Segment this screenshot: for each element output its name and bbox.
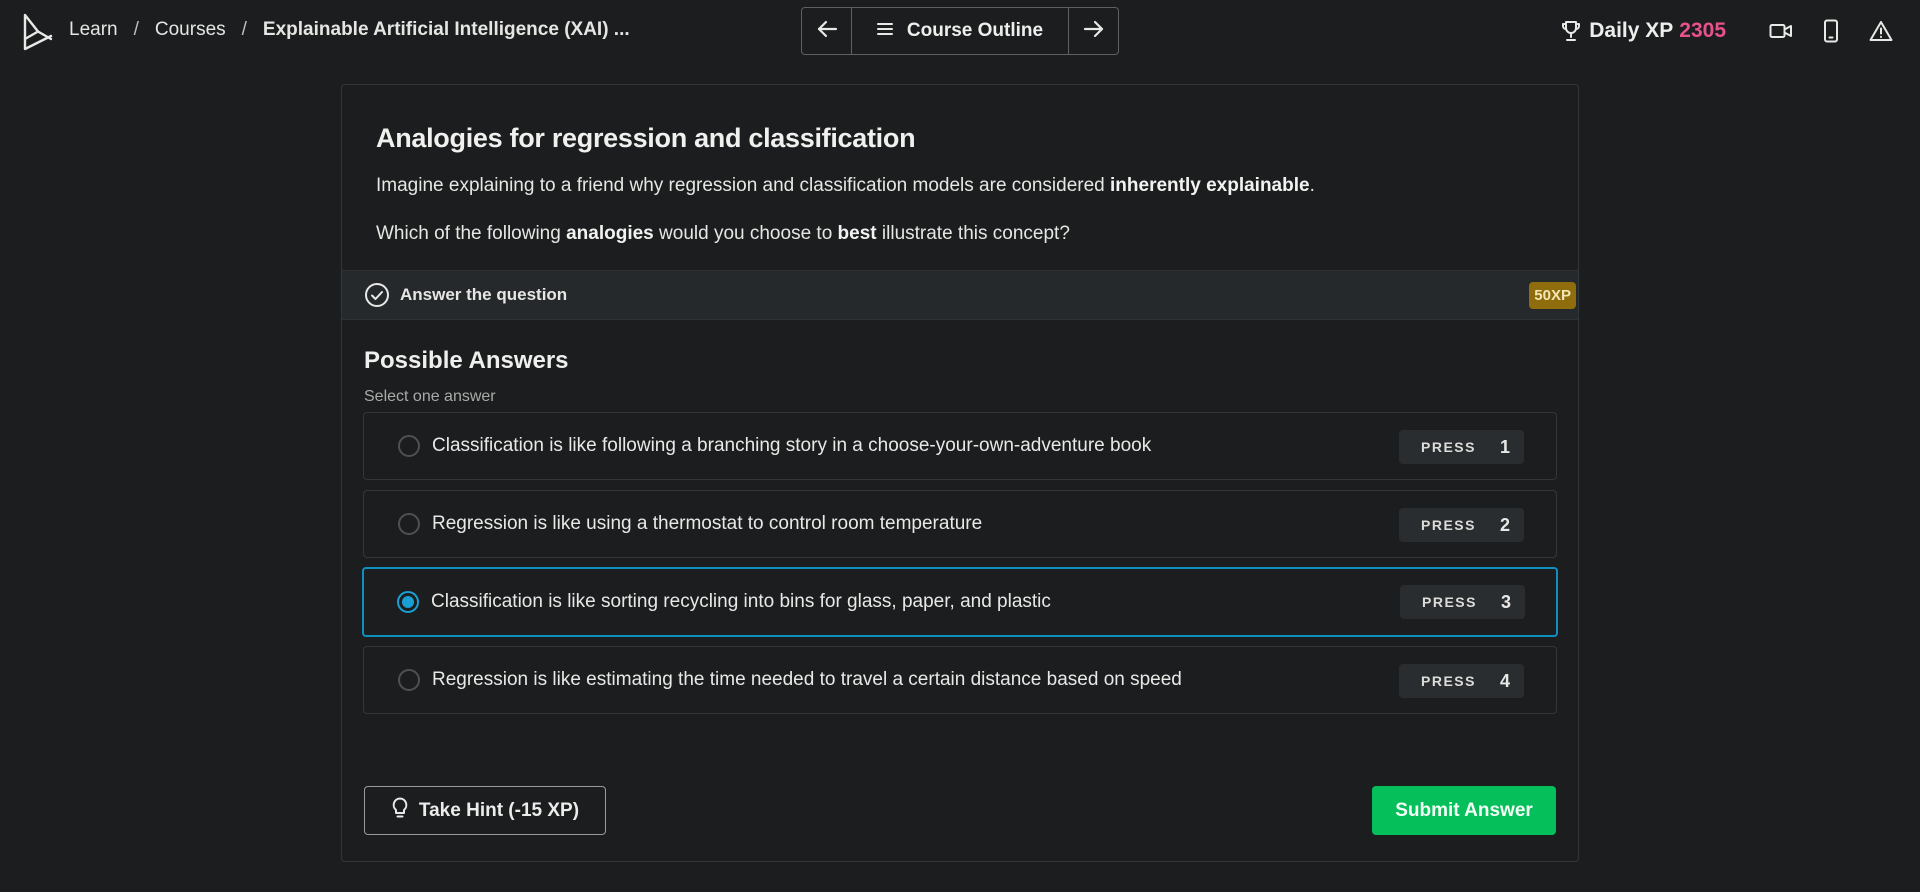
radio-button[interactable] (398, 669, 420, 691)
xp-badge: 50XP (1529, 282, 1576, 309)
instruction-label: Answer the question (400, 285, 568, 304)
arrow-right-icon (1083, 20, 1105, 43)
daily-xp-value: 2305 (1679, 19, 1726, 42)
header-right-tools: Daily XP 2305 (1561, 14, 1898, 48)
breadcrumb-learn-link[interactable]: Learn (69, 19, 118, 41)
breadcrumb-separator: / (241, 19, 247, 40)
answer-option-text: Classification is like following a branc… (432, 435, 1152, 456)
breadcrumb: Learn / Courses / Explainable Artificial… (69, 18, 630, 42)
breadcrumb-separator: / (133, 19, 139, 40)
course-outline-button[interactable]: Course Outline (852, 8, 1068, 54)
shortcut-key: 1 (1499, 436, 1510, 457)
keyboard-shortcut: PRESS 4 (1399, 664, 1524, 698)
lightbulb-icon (391, 797, 409, 825)
radio-button-selected[interactable] (397, 591, 419, 613)
instruction-bar: Answer the question 50XP (342, 270, 1578, 320)
answer-option-text: Classification is like sorting recycling… (431, 591, 1051, 612)
top-bar: Learn / Courses / Explainable Artificial… (0, 0, 1920, 62)
daily-xp-label: Daily XP (1589, 19, 1674, 42)
take-hint-button[interactable]: Take Hint (-15 XP) (364, 786, 606, 835)
keyboard-shortcut: PRESS 2 (1399, 508, 1524, 542)
shortcut-key: 4 (1499, 670, 1510, 691)
possible-answers-heading: Possible Answers (364, 347, 569, 374)
answer-option-2[interactable]: Regression is like using a thermostat to… (363, 490, 1557, 558)
video-icon[interactable] (1764, 14, 1798, 48)
shortcut-key: 2 (1499, 514, 1510, 535)
breadcrumb-courses-link[interactable]: Courses (155, 19, 226, 41)
radio-button[interactable] (398, 513, 420, 535)
radio-dot (402, 596, 414, 608)
breadcrumb-current-course[interactable]: Explainable Artificial Intelligence (XAI… (263, 19, 630, 41)
course-outline-label: Course Outline (906, 20, 1044, 41)
answer-option-4[interactable]: Regression is like estimating the time n… (363, 646, 1557, 714)
next-exercise-button[interactable] (1068, 8, 1118, 54)
previous-exercise-button[interactable] (802, 8, 852, 54)
press-label: PRESS (1422, 594, 1477, 610)
exercise-question: Which of the following analogies would y… (376, 223, 1070, 244)
radio-button[interactable] (398, 435, 420, 457)
course-navigation: Course Outline (801, 7, 1119, 55)
shortcut-key: 3 (1500, 591, 1511, 612)
press-label: PRESS (1421, 439, 1476, 455)
select-one-answer-hint: Select one answer (364, 388, 496, 405)
daily-xp[interactable]: Daily XP 2305 (1561, 19, 1726, 43)
datacamp-logo-icon[interactable] (22, 12, 54, 52)
answer-option-3[interactable]: Classification is like sorting recycling… (362, 567, 1558, 637)
arrow-left-icon (816, 20, 838, 43)
exercise-context: Imagine explaining to a friend why regre… (376, 175, 1315, 196)
menu-icon (876, 20, 893, 42)
keyboard-shortcut: PRESS 1 (1399, 430, 1524, 464)
exercise-title: Analogies for regression and classificat… (376, 123, 916, 153)
press-label: PRESS (1421, 517, 1476, 533)
answer-option-1[interactable]: Classification is like following a branc… (363, 412, 1557, 480)
trophy-icon (1561, 20, 1581, 42)
answer-option-text: Regression is like estimating the time n… (432, 669, 1182, 690)
press-label: PRESS (1421, 673, 1476, 689)
exercise-card: Analogies for regression and classificat… (341, 84, 1579, 862)
mobile-icon[interactable] (1814, 14, 1848, 48)
answer-option-text: Regression is like using a thermostat to… (432, 513, 983, 534)
check-circle-icon (364, 282, 390, 308)
keyboard-shortcut: PRESS 3 (1400, 585, 1525, 619)
warning-icon[interactable] (1864, 14, 1898, 48)
take-hint-label: Take Hint (-15 XP) (418, 799, 580, 821)
submit-answer-button[interactable]: Submit Answer (1372, 786, 1556, 835)
